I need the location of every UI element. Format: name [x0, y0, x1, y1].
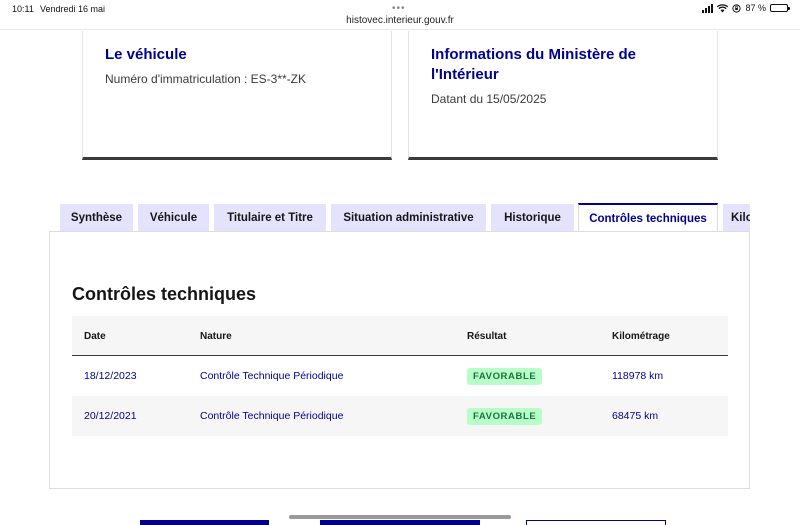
home-indicator[interactable]: [289, 515, 511, 519]
col-header-nature: Nature: [200, 330, 232, 342]
tab-panel-controles-techniques: Contrôles techniques Date Nature Résulta…: [49, 231, 750, 489]
ministry-card-title: Informations du Ministère de l'Intérieur: [431, 46, 637, 83]
bottom-button-2[interactable]: [320, 520, 480, 525]
col-header-date: Date: [84, 330, 106, 342]
row-mileage: 68475 km: [612, 410, 659, 422]
battery-percent: 87 %: [745, 3, 766, 13]
result-badge: FAVORABLE: [467, 367, 543, 385]
ministry-card: Informations du Ministère de l'Intérieur…: [408, 31, 718, 160]
tab-titulaire-titre[interactable]: Titulaire et Titre: [214, 204, 326, 232]
tab-bar: Synthèse Véhicule Titulaire et Titre Sit…: [60, 203, 750, 232]
row-nature: Contrôle Technique Périodique: [200, 410, 344, 422]
row-nature: Contrôle Technique Périodique: [200, 370, 344, 382]
ministry-data-date: Datant du 15/05/2025: [431, 92, 547, 106]
table-header: Date Nature Résultat Kilométrage: [72, 316, 728, 356]
tab-synthese[interactable]: Synthèse: [60, 204, 133, 232]
status-time: 10:11: [12, 4, 34, 14]
row-date: 20/12/2021: [84, 410, 137, 422]
bottom-button-3[interactable]: [526, 520, 666, 525]
table-row: 20/12/2021 Contrôle Technique Périodique…: [72, 396, 728, 436]
panel-title: Contrôles techniques: [72, 284, 257, 304]
bottom-button-1[interactable]: [140, 520, 269, 525]
col-header-mileage: Kilométrage: [612, 330, 670, 342]
vehicle-card: Le véhicule Numéro d'immatriculation : E…: [82, 31, 392, 160]
status-date: Vendredi 16 mai: [40, 4, 106, 14]
row-result: FAVORABLE: [467, 356, 543, 396]
row-mileage: 118978 km: [612, 370, 664, 382]
tab-vehicule[interactable]: Véhicule: [138, 204, 209, 232]
result-badge: FAVORABLE: [467, 407, 543, 425]
row-date: 18/12/2023: [84, 370, 137, 382]
table-row: 18/12/2023 Contrôle Technique Périodique…: [72, 356, 728, 396]
tab-historique[interactable]: Historique: [491, 204, 574, 232]
status-indicators: 87 %: [702, 3, 790, 13]
row-result: FAVORABLE: [467, 396, 543, 436]
tab-situation-administrative[interactable]: Situation administrative: [331, 204, 486, 232]
col-header-result: Résultat: [467, 330, 507, 342]
wifi-icon: [717, 3, 729, 12]
status-bar: 10:11 Vendredi 16 mai ••• histovec.inter…: [0, 0, 800, 30]
signal-icon: [702, 3, 714, 13]
battery-icon: [770, 4, 790, 12]
controls-table: Date Nature Résultat Kilométrage 18/12/2…: [72, 316, 728, 436]
tab-kilometrage[interactable]: Kilo: [723, 204, 750, 232]
tab-controles-techniques[interactable]: Contrôles techniques: [578, 203, 718, 232]
address-bar-url[interactable]: histovec.interieur.gouv.fr: [0, 15, 800, 26]
more-dots-icon[interactable]: •••: [392, 3, 406, 14]
vehicle-card-title: Le véhicule: [105, 46, 187, 63]
orientation-lock-icon: [732, 3, 742, 13]
registration-number: Numéro d'immatriculation : ES-3**-ZK: [105, 72, 307, 86]
